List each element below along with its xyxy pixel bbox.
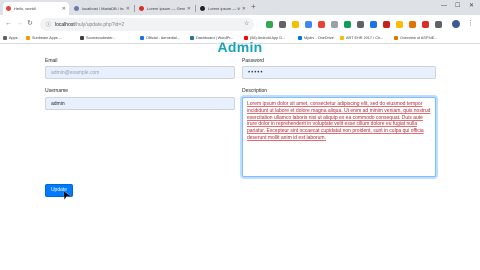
extension-icon[interactable] [409,21,416,28]
tab-favicon-icon [139,6,144,11]
extension-icon[interactable] [383,21,390,28]
profile-avatar-icon[interactable] [452,20,460,28]
extension-icon[interactable] [305,21,312,28]
close-tab-icon[interactable]: ✕ [62,6,66,12]
tab-separator [195,5,196,12]
extension-icon[interactable] [370,21,377,28]
menu-icon[interactable]: ⋮ [467,19,474,28]
lock-icon: ⓘ [46,22,52,28]
extension-icon[interactable] [266,21,273,28]
tab-lipsum[interactable]: Lorem Ipsum — Generator - Lipsum ✕ [136,2,194,15]
extension-icon[interactable] [422,21,429,28]
close-tab-icon[interactable]: ✕ [242,6,246,12]
description-text: Lorem ipsum dolor sit amet, consectetur … [247,101,431,141]
tab-hello-world[interactable]: Hello, world! ✕ [3,2,69,15]
close-tab-icon[interactable]: ✕ [187,6,191,12]
username-label: Username [45,88,69,94]
minimize-icon[interactable]: — [441,2,447,10]
close-tab-icon[interactable]: ✕ [126,6,130,12]
tab-separator [134,5,135,12]
extension-icon[interactable] [292,21,299,28]
maximize-icon[interactable]: ☐ [455,2,460,10]
address-bar[interactable]: ⓘ localhost /huly/update.php?id=2 [40,18,254,31]
email-field[interactable]: admin@example.com [45,66,235,79]
email-label: Email [45,58,58,64]
extension-icon[interactable] [331,21,338,28]
forward-arrow-icon[interactable]: → [16,20,23,28]
password-field[interactable]: ••••• [242,66,436,79]
page-title: Admin [217,39,263,55]
username-field[interactable]: admin [45,97,235,110]
extension-icon[interactable] [318,21,325,28]
description-label: Description [242,88,268,94]
extension-icon[interactable] [344,21,351,28]
tab-title: Lorem Ipsum — Generator - Lipsum [147,6,185,11]
tab-favicon-icon [200,6,205,11]
extension-icon[interactable] [279,21,286,28]
browser-toolbar: ← → ↻ ⓘ localhost /huly/update.php?id=2 … [0,15,480,34]
browser-tab-strip: Hello, world! ✕ localhost / MariaDB / hu… [0,0,480,15]
tab-title: localhost / MariaDB / huly / user... [82,6,124,11]
password-label: Password [242,58,264,64]
address-host: localhost [55,21,75,28]
star-icon[interactable]: ☆ [244,21,249,27]
extension-icon[interactable] [396,21,403,28]
tab-favicon-icon [74,6,79,11]
tab-phpmyadmin[interactable]: localhost / MariaDB / huly / user... ✕ [71,2,133,15]
back-arrow-icon[interactable]: ← [5,20,12,28]
tab-wikipedia[interactable]: Lorem ipsum — Wikipedia, Origin... ✕ [197,2,249,15]
description-textarea[interactable]: Lorem ipsum dolor sit amet, consectetur … [242,97,436,177]
close-window-icon[interactable]: ✕ [469,2,474,10]
extension-icon[interactable] [357,21,364,28]
reload-icon[interactable]: ↻ [27,20,33,28]
address-path: /huly/update.php?id=2 [74,21,125,28]
extension-icon[interactable] [435,21,442,28]
tab-title: Lorem ipsum — Wikipedia, Origin... [208,6,240,11]
new-tab-icon[interactable]: + [251,3,256,11]
tab-favicon-icon [6,6,11,11]
tab-title: Hello, world! [14,6,37,11]
